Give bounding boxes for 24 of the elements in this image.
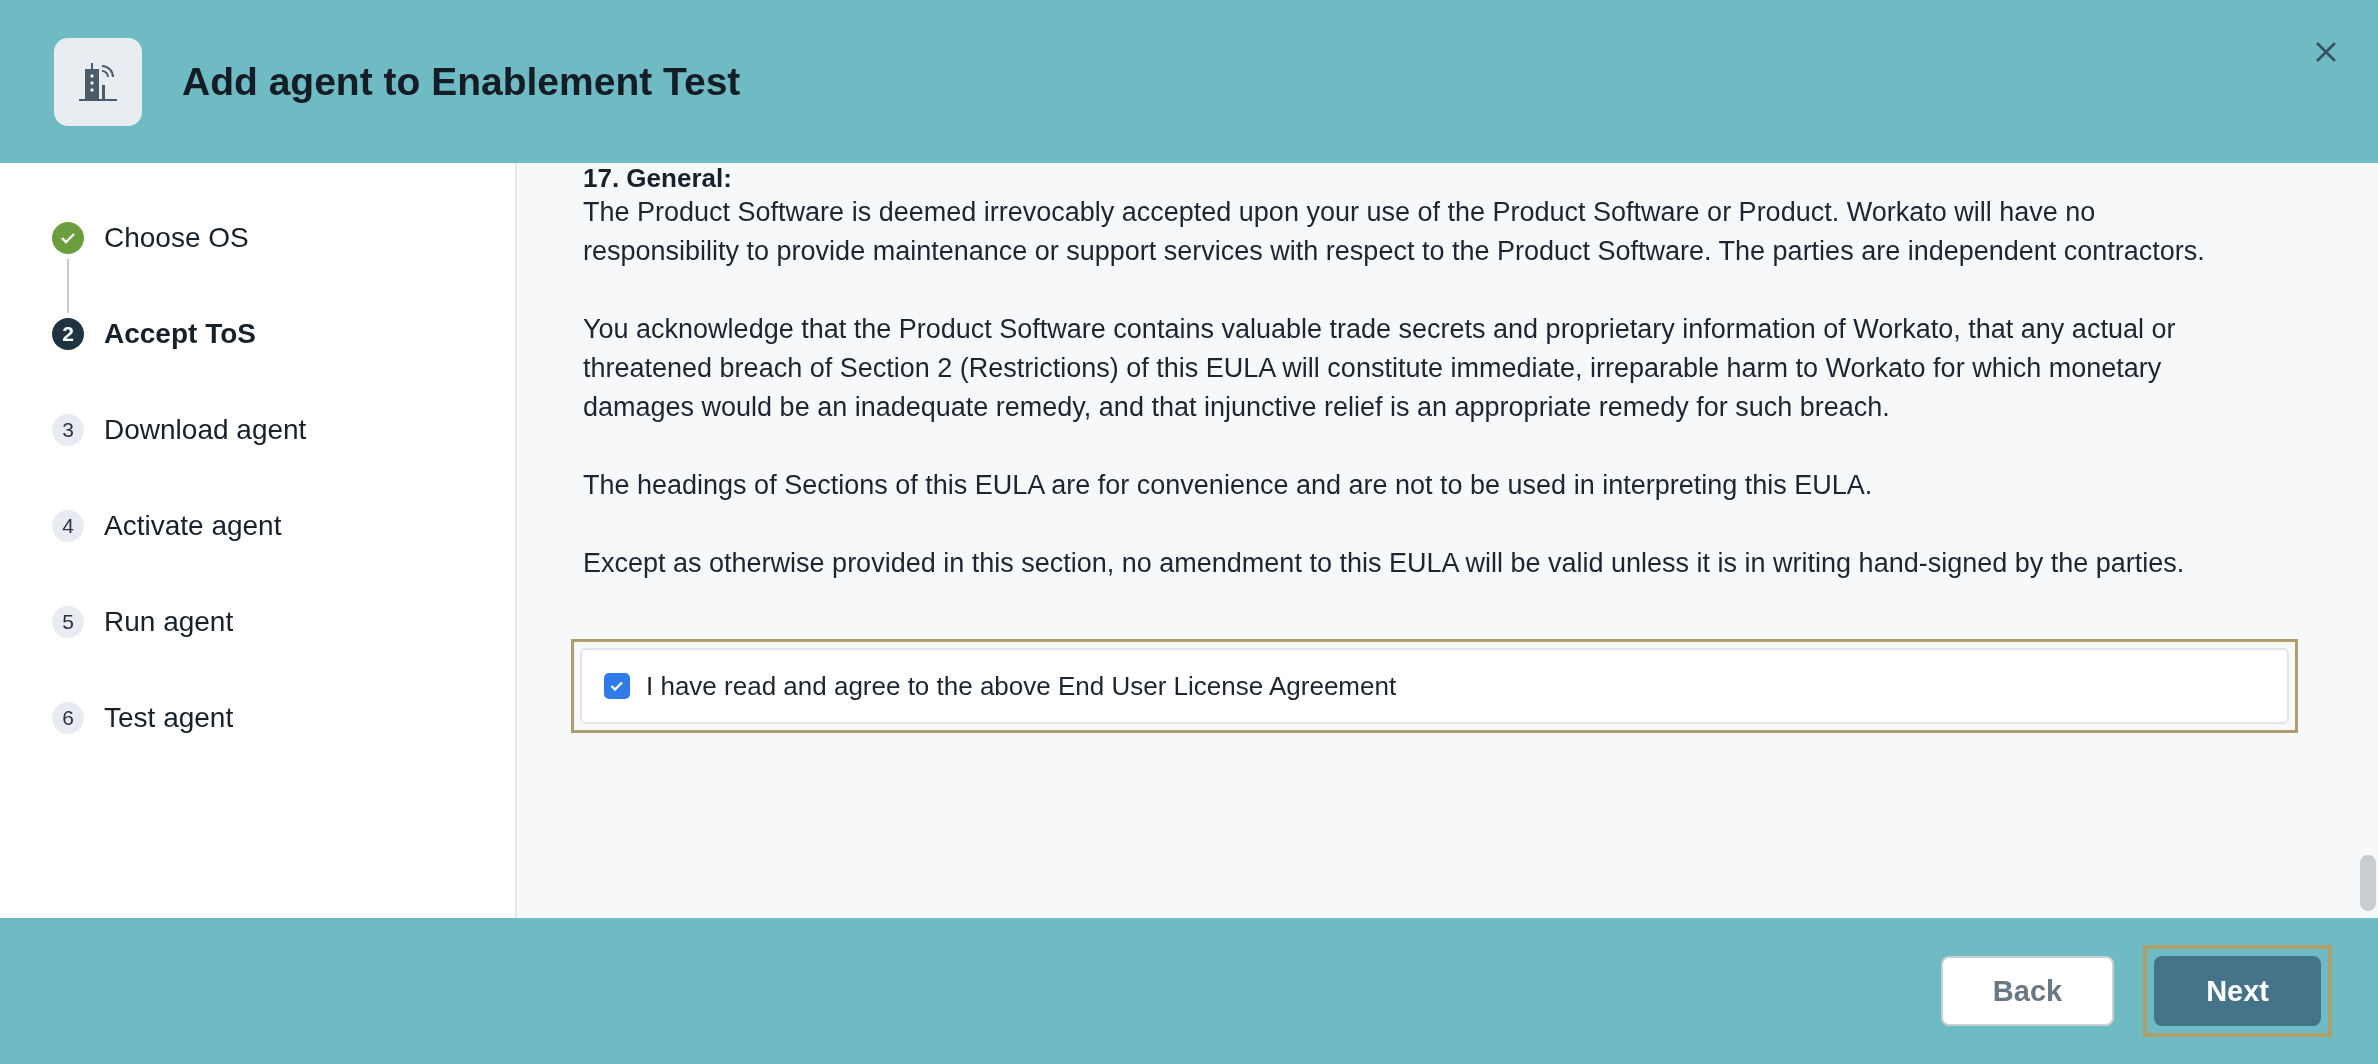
step-item[interactable]: 4 Activate agent	[52, 505, 515, 547]
step-number: 4	[52, 510, 84, 542]
dialog-title: Add agent to Enablement Test	[182, 59, 741, 104]
agreement-label: I have read and agree to the above End User License Agreement	[646, 670, 1397, 702]
next-button[interactable]: Next	[2154, 956, 2321, 1026]
step-number: 6	[52, 702, 84, 734]
step-item[interactable]: 3 Download agent	[52, 409, 515, 451]
eula-paragraph: The headings of Sections of this EULA are for convenience and are not to be used in interpreting this EULA.	[583, 469, 1874, 502]
eula-paragraph: The Product Software is deemed irrevocably accepted upon your use of the Product Software or Product. Workato will have no responsibility to provide maintenance or support services with respect to the Product Software. The parties are independent contractors.	[583, 196, 2206, 268]
step-number: 2	[52, 318, 84, 350]
scrollbar-thumb[interactable]	[2360, 855, 2376, 911]
step-item[interactable]: Choose OS	[52, 217, 515, 259]
checkbox[interactable]	[604, 673, 630, 699]
check-icon	[52, 222, 84, 254]
step-number: 5	[52, 606, 84, 638]
eula-paragraph: You acknowledge that the Product Software contains valuable trade secrets and proprietary information of Workato, that any actual or threatened breach of Section 2 (Restrictions) of this EULA will constitute immediate, irreparable harm to Workato for which monetary damages would be an inadequate remedy, and that injunctive relief is an appropriate remedy for such breach.	[583, 313, 2177, 424]
back-button[interactable]: Back	[1940, 956, 2115, 1026]
agreement-checkbox[interactable]: I have read and agree to the above End User License Agreement	[580, 648, 2289, 724]
step-item[interactable]: 6 Test agent	[52, 697, 515, 739]
step-number: 3	[52, 414, 84, 446]
section-heading: 17. General:	[583, 163, 733, 193]
step-item[interactable]: 2 Accept ToS	[52, 313, 515, 355]
eula-paragraph: Except as otherwise provided in this section, no amendment to this EULA will be valid unless it is in writing hand-signed by the parties.	[583, 547, 2186, 580]
step-item[interactable]: 5 Run agent	[52, 601, 515, 643]
